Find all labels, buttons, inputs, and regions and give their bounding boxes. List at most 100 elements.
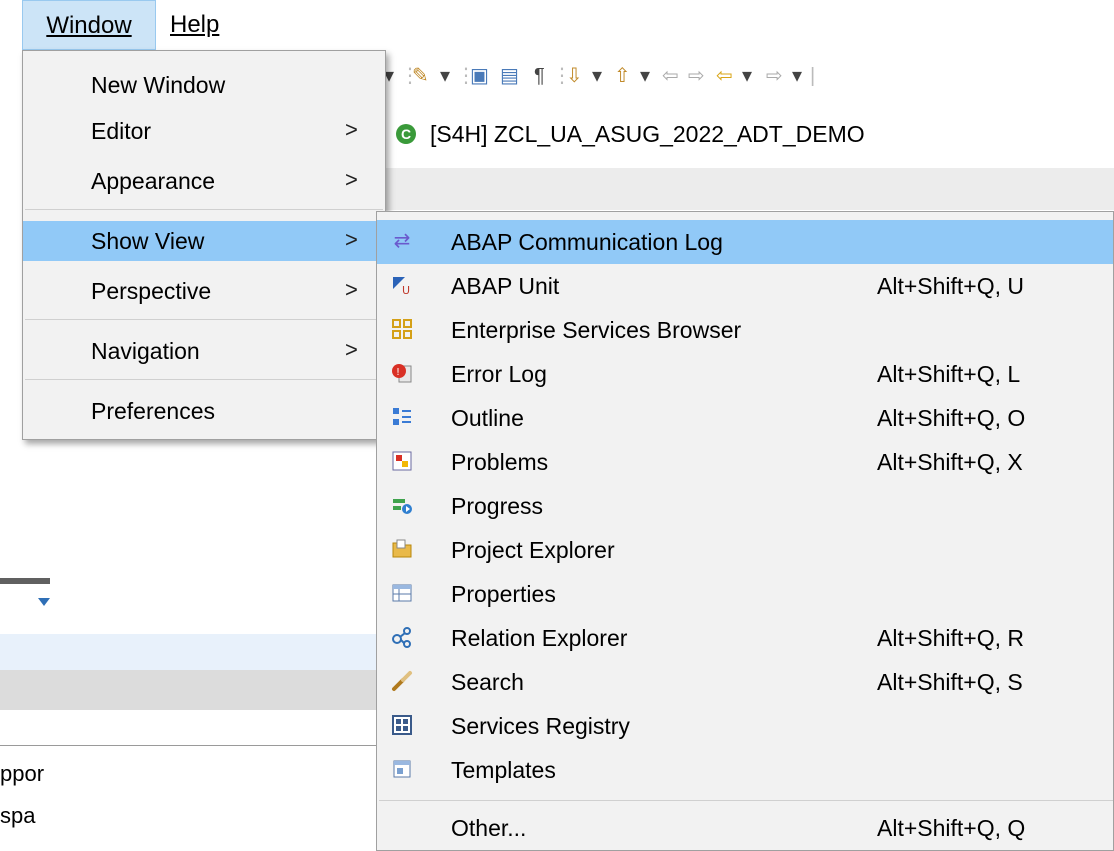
progress-icon <box>391 494 413 516</box>
submenu-arrow-icon: > <box>345 227 358 252</box>
view-item-label: Progress <box>451 493 544 519</box>
search-icon <box>391 670 413 692</box>
toolbar-dropdown-icon[interactable]: ▾ <box>640 63 650 89</box>
menu-item-appearance[interactable]: Appearance > <box>23 161 385 201</box>
menu-separator <box>25 209 383 210</box>
view-item-label: Enterprise Services Browser <box>451 317 742 343</box>
toolbar-back-icon[interactable]: ⇦ <box>716 63 733 89</box>
abap-unit-icon: U <box>391 274 413 297</box>
submenu-arrow-icon: > <box>345 277 358 302</box>
services-browser-icon <box>391 318 413 340</box>
submenu-arrow-icon: > <box>345 167 358 192</box>
view-item-shortcut: Alt+Shift+Q, U <box>877 273 1025 299</box>
view-item-abap-unit[interactable]: U ABAP Unit Alt+Shift+Q, U <box>377 264 1113 308</box>
toolbar-dropdown-icon[interactable]: ▾ <box>742 63 752 89</box>
toolbar-dropdown-icon[interactable]: ▾ <box>440 63 450 89</box>
svg-text:U: U <box>402 284 410 296</box>
view-item-label: Other... <box>451 815 527 841</box>
relation-explorer-icon <box>391 626 413 648</box>
view-item-label: ABAP Communication Log <box>451 229 723 255</box>
menu-window-label: Window <box>46 12 132 39</box>
editor-tab-title: [S4H] ZCL_UA_ASUG_2022_ADT_DEMO <box>430 121 865 147</box>
view-item-label: Search <box>451 669 524 695</box>
toolbar-forward-icon[interactable]: ⇨ <box>766 63 783 89</box>
submenu-arrow-icon: > <box>345 337 358 362</box>
view-item-search[interactable]: Search Alt+Shift+Q, S <box>377 660 1113 704</box>
menu-item-label: New Window <box>91 72 226 98</box>
toolbar-dropdown-icon[interactable]: ▾ <box>592 63 602 89</box>
templates-icon <box>391 758 413 780</box>
menu-item-label: Preferences <box>91 398 216 424</box>
view-item-templates[interactable]: Templates <box>377 748 1113 792</box>
view-item-shortcut: Alt+Shift+Q, L <box>877 361 1021 387</box>
outline-icon <box>391 406 413 428</box>
editor-tab[interactable]: C [S4H] ZCL_UA_ASUG_2022_ADT_DEMO <box>378 102 1114 168</box>
menu-item-preferences[interactable]: Preferences <box>23 391 385 431</box>
menu-item-editor[interactable]: Editor > <box>23 111 385 151</box>
view-item-shortcut: Alt+Shift+Q, X <box>877 449 1023 475</box>
menu-item-label: Perspective <box>91 278 212 304</box>
submenu-arrow-icon: > <box>345 117 358 142</box>
view-item-other[interactable]: Other... Alt+Shift+Q, Q <box>377 806 1113 850</box>
toolbar-pilcrow-icon[interactable]: ¶ <box>534 63 545 89</box>
properties-icon <box>391 582 413 604</box>
view-item-shortcut: Alt+Shift+Q, O <box>877 405 1026 431</box>
menu-bar: Window Help <box>0 0 1114 50</box>
view-item-label: Project Explorer <box>451 537 615 563</box>
left-panel-text: ppor <box>0 761 45 786</box>
problems-icon <box>391 450 413 472</box>
menu-item-label: Navigation <box>91 338 200 364</box>
view-item-label: Problems <box>451 449 549 475</box>
toolbar-dropdown-icon[interactable]: ▾ <box>792 63 802 89</box>
view-item-shortcut: Alt+Shift+Q, Q <box>877 815 1026 841</box>
view-item-label: Templates <box>451 757 556 783</box>
left-panel-titlebar <box>0 578 50 584</box>
toolbar-last-edit-icon[interactable]: ⇦ <box>662 63 679 89</box>
menu-window[interactable]: Window <box>22 0 156 50</box>
abap-class-icon: C <box>396 124 416 144</box>
view-item-label: Relation Explorer <box>451 625 628 651</box>
view-item-label: Error Log <box>451 361 547 387</box>
view-item-progress[interactable]: Progress <box>377 484 1113 528</box>
window-menu-dropdown: New Window Editor > Appearance > Show Vi… <box>22 50 386 440</box>
show-view-submenu: ⇄ ABAP Communication Log U ABAP Unit Alt… <box>376 211 1114 851</box>
left-panel-selected-row[interactable] <box>0 634 378 670</box>
toolbar-toggle-icon[interactable]: ▣ <box>470 63 489 89</box>
view-item-relation-explorer[interactable]: Relation Explorer Alt+Shift+Q, R <box>377 616 1113 660</box>
editor-toolbar: ▾ ⋮ ✎ ▾ ⋮ ▣ ▤ ¶ ⋮ ⇩ ▾ ⇧ ▾ ⇦ ⇨ ⇦ ▾ ⇨ ▾ | <box>378 50 1114 102</box>
view-item-enterprise-services-browser[interactable]: Enterprise Services Browser <box>377 308 1113 352</box>
menu-item-perspective[interactable]: Perspective > <box>23 271 385 311</box>
view-item-error-log[interactable]: ! Error Log Alt+Shift+Q, L <box>377 352 1113 396</box>
toolbar-prev-annotation-icon[interactable]: ⇧ <box>614 63 631 89</box>
menu-item-new-window[interactable]: New Window <box>23 65 385 105</box>
toolbar-search-icon[interactable]: ✎ <box>412 63 429 89</box>
menu-item-navigation[interactable]: Navigation > <box>23 331 385 371</box>
communication-log-icon: ⇄ <box>393 230 411 252</box>
menu-item-label: Editor <box>91 118 152 144</box>
toolbar-block-icon[interactable]: ▤ <box>500 63 519 89</box>
left-panel-header <box>0 670 378 710</box>
view-item-outline[interactable]: Outline Alt+Shift+Q, O <box>377 396 1113 440</box>
toolbar-separator: | <box>810 65 816 87</box>
view-item-problems[interactable]: Problems Alt+Shift+Q, X <box>377 440 1113 484</box>
view-menu-chevron-down-icon[interactable] <box>38 598 50 606</box>
left-panel-divider <box>0 745 378 746</box>
view-item-label: Services Registry <box>451 713 630 739</box>
editor-area <box>378 168 1114 210</box>
svg-text:!: ! <box>396 367 400 378</box>
view-item-label: Properties <box>451 581 556 607</box>
view-item-properties[interactable]: Properties <box>377 572 1113 616</box>
view-item-abap-communication-log[interactable]: ⇄ ABAP Communication Log <box>377 220 1113 264</box>
menu-help-label: Help <box>170 11 220 38</box>
left-panel-text: spa <box>0 803 36 828</box>
view-item-services-registry[interactable]: Services Registry <box>377 704 1113 748</box>
toolbar-next-annotation-icon[interactable]: ⇩ <box>566 63 583 89</box>
menu-item-show-view[interactable]: Show View > <box>23 221 385 261</box>
menu-item-label: Show View <box>91 228 205 254</box>
menu-separator <box>25 319 383 320</box>
view-item-shortcut: Alt+Shift+Q, S <box>877 669 1023 695</box>
menu-help[interactable]: Help <box>170 0 240 50</box>
menu-separator <box>25 379 383 380</box>
toolbar-forward-edit-icon[interactable]: ⇨ <box>688 63 705 89</box>
view-item-project-explorer[interactable]: Project Explorer <box>377 528 1113 572</box>
